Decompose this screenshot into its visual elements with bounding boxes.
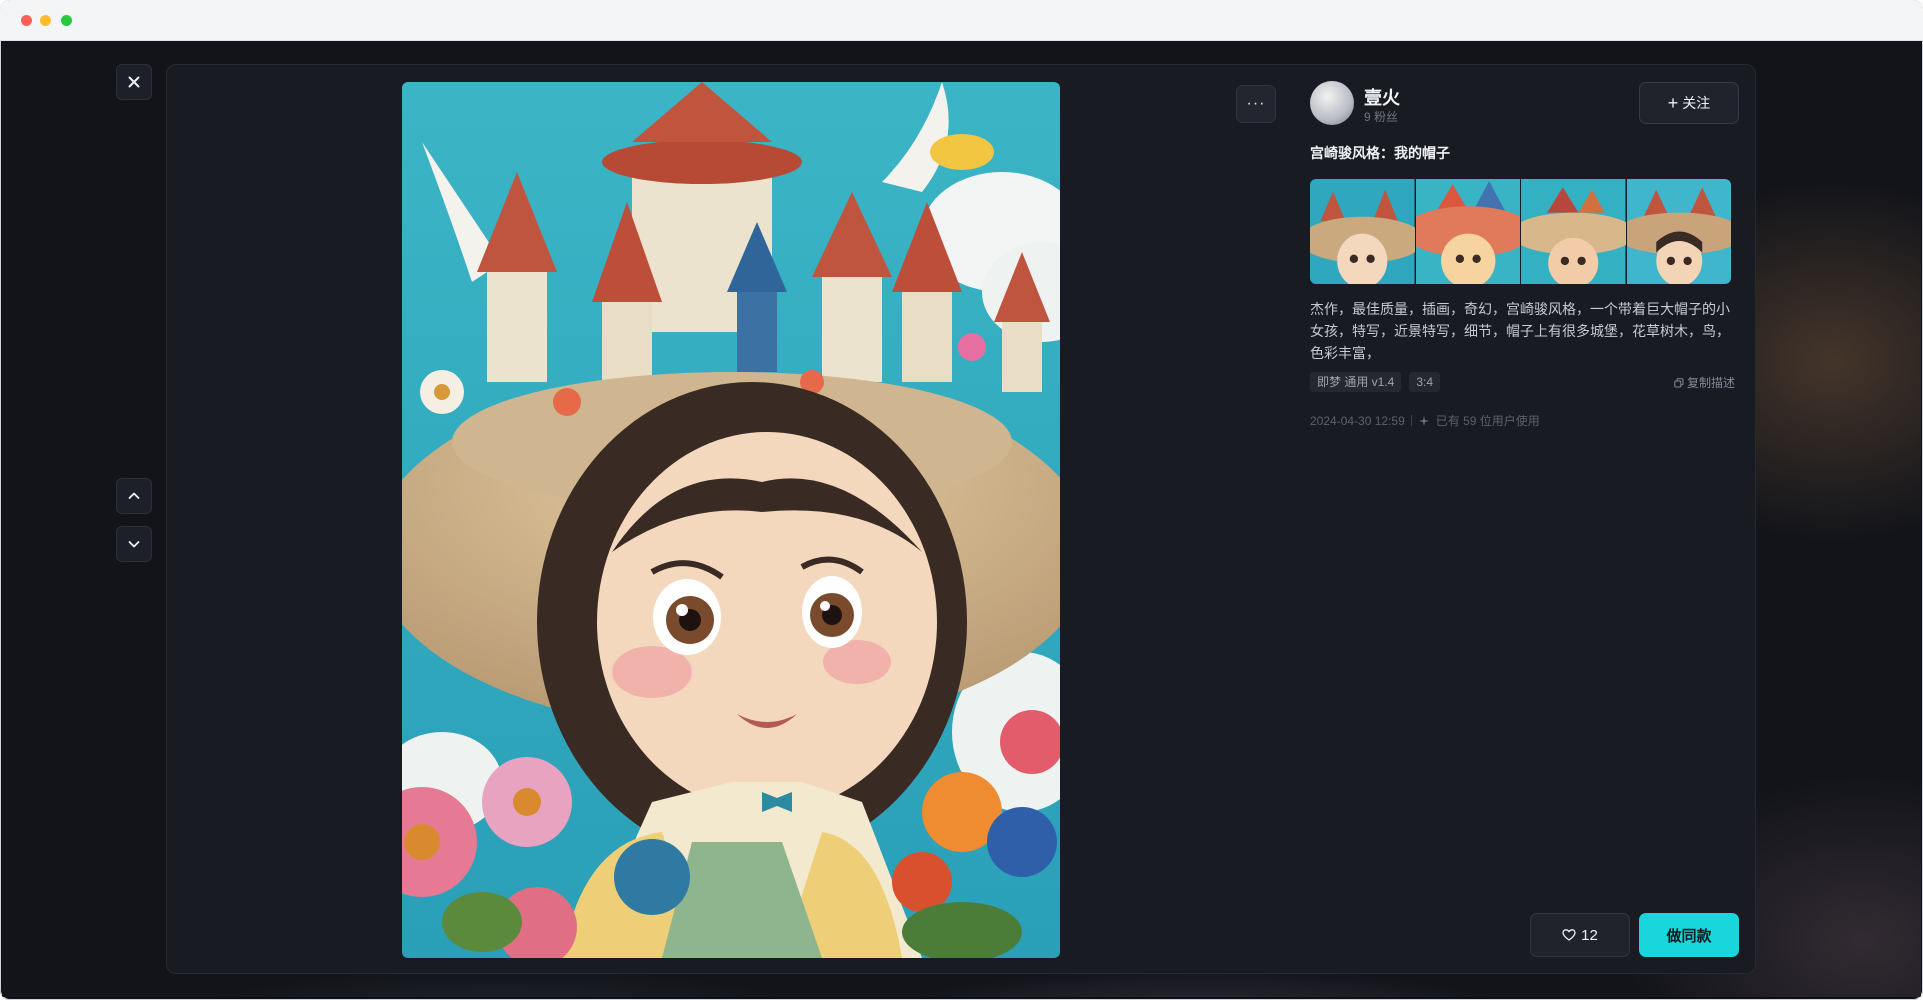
prompt-text: 杰作，最佳质量，插画，奇幻，宫崎骏风格，一个带着巨大帽子的小女孩，特写，近景特写…	[1310, 301, 1730, 361]
variant-thumbnail-4[interactable]	[1626, 179, 1731, 284]
work-title: 宫崎骏风格：我的帽子	[1310, 145, 1450, 161]
follow-button[interactable]: + 关注	[1639, 82, 1739, 124]
thumbnail-image	[1415, 179, 1520, 284]
variant-thumbnails	[1310, 179, 1731, 284]
plus-icon: +	[1667, 93, 1679, 113]
author-name[interactable]: 壹火	[1364, 84, 1400, 110]
copy-icon	[1674, 377, 1684, 387]
title-bar	[0, 0, 1923, 41]
publish-date: 2024-04-30 12:59	[1310, 413, 1405, 428]
next-work-button[interactable]	[116, 526, 152, 562]
chevron-down-icon	[128, 541, 140, 548]
thumbnail-image	[1521, 179, 1626, 284]
ratio-tag: 3:4	[1409, 372, 1441, 392]
work-tags: 即梦 通用 v1.4 3:4	[1310, 372, 1441, 392]
generated-artwork-image[interactable]	[402, 82, 1060, 958]
window-close-control[interactable]	[21, 15, 32, 26]
sparkle-icon	[1418, 415, 1429, 426]
close-icon	[128, 76, 140, 88]
like-button[interactable]: 12	[1530, 913, 1630, 957]
more-options-button[interactable]: ···	[1236, 85, 1276, 123]
previous-work-button[interactable]	[116, 478, 152, 514]
meta-divider	[1410, 415, 1412, 426]
copy-prompt-button[interactable]: 复制描述	[1674, 374, 1735, 391]
variant-thumbnail-3[interactable]	[1521, 179, 1626, 284]
author-fans-count: 9 粉丝	[1364, 110, 1399, 124]
thumbnail-image	[1626, 179, 1731, 284]
heart-icon	[1562, 929, 1576, 941]
window-minimize-control[interactable]	[40, 15, 51, 26]
make-same-button[interactable]: 做同款	[1639, 913, 1739, 957]
thumbnail-image	[1310, 179, 1415, 284]
work-meta: 2024-04-30 12:59 已有 59 位用户使用	[1310, 412, 1540, 429]
variant-thumbnail-2[interactable]	[1415, 179, 1520, 284]
app-window: ··· 壹火 9 粉丝 + 关注 宫崎骏风格：我的帽子 杰作，最佳质量，插画，奇…	[0, 0, 1923, 1000]
follow-label: 关注	[1682, 95, 1711, 111]
more-icon: ···	[1246, 95, 1266, 112]
usage-count: 已有 59 位用户使用	[1435, 414, 1540, 428]
model-tag: 即梦 通用 v1.4	[1310, 372, 1402, 392]
copy-prompt-label: 复制描述	[1687, 376, 1736, 390]
author-avatar[interactable]	[1310, 81, 1354, 125]
artwork-illustration	[402, 82, 1060, 958]
chevron-up-icon	[128, 492, 140, 499]
close-viewer-button[interactable]	[116, 64, 152, 100]
window-maximize-control[interactable]	[61, 15, 72, 26]
like-count: 12	[1581, 926, 1598, 944]
variant-thumbnail-1[interactable]	[1310, 179, 1415, 284]
